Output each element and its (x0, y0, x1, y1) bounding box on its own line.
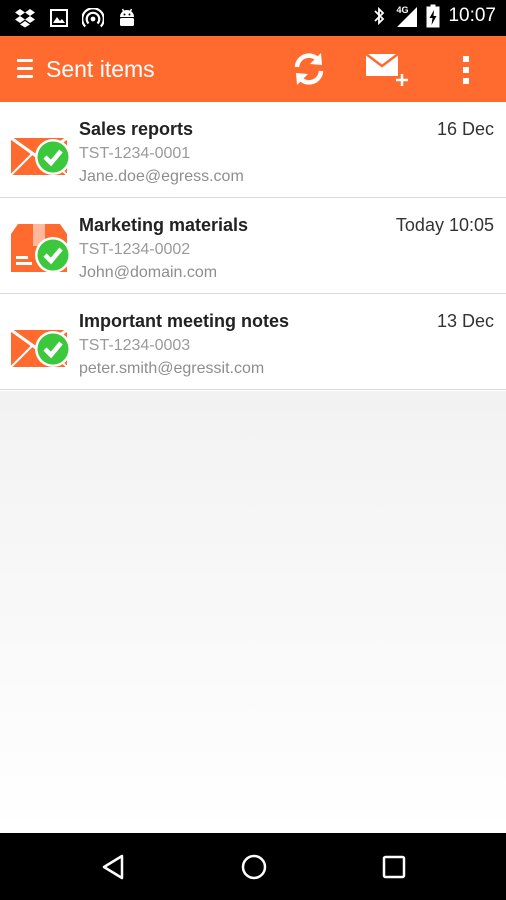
message-reference: TST-1234-0001 (79, 145, 191, 162)
envelope-sent-icon (10, 328, 71, 368)
navigation-drawer-icon[interactable] (17, 59, 33, 79)
list-item[interactable]: Sales reports TST-1234-0001 Jane.doe@egr… (0, 102, 506, 198)
recents-icon[interactable] (382, 855, 406, 879)
refresh-icon[interactable] (290, 50, 328, 88)
home-icon[interactable] (240, 853, 268, 881)
sent-items-list: Sales reports TST-1234-0001 Jane.doe@egr… (0, 102, 506, 391)
message-title: Important meeting notes (79, 311, 290, 331)
recipient-email: peter.smith@egressit.com (79, 360, 265, 377)
system-status: 4G 10:07 (372, 4, 496, 28)
message-title: Sales reports (79, 119, 194, 139)
recipient-email: John@domain.com (79, 264, 218, 281)
system-navigation-bar (0, 833, 506, 900)
back-icon[interactable] (100, 853, 126, 881)
recipient-email: Jane.doe@egress.com (79, 168, 244, 185)
list-empty-area (0, 391, 506, 833)
message-reference: TST-1234-0002 (79, 241, 191, 258)
overflow-menu-icon[interactable] (456, 52, 476, 88)
message-reference: TST-1234-0003 (79, 337, 191, 354)
image-icon (50, 9, 68, 27)
page-title[interactable]: Sent items (46, 56, 155, 83)
dropbox-icon (15, 9, 35, 28)
compose-mail-icon[interactable] (362, 50, 412, 90)
signal-icon: 4G (394, 4, 418, 28)
package-sent-icon (11, 224, 71, 273)
message-title: Marketing materials (79, 215, 249, 235)
bluetooth-icon (374, 6, 385, 26)
message-date: 13 Dec (436, 311, 494, 331)
wireless-icon (82, 8, 104, 28)
notification-icons (14, 7, 136, 29)
list-item[interactable]: Important meeting notes TST-1234-0003 pe… (0, 294, 506, 390)
list-item[interactable]: Marketing materials TST-1234-0002 John@d… (0, 198, 506, 294)
message-date: 16 Dec (436, 119, 494, 139)
battery-charging-icon (426, 4, 440, 28)
action-bar: Sent items (0, 36, 506, 102)
status-bar: 4G 10:07 (0, 0, 506, 36)
android-icon (120, 8, 134, 26)
envelope-sent-icon (10, 136, 71, 176)
clock: 10:07 (448, 5, 496, 26)
message-date: Today 10:05 (395, 215, 494, 235)
